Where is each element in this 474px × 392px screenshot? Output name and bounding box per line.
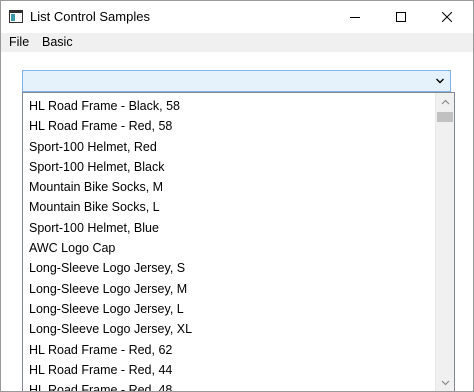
close-icon: [442, 12, 452, 22]
title-bar[interactable]: List Control Samples: [1, 1, 473, 33]
list-item[interactable]: HL Road Frame - Black, 58: [29, 96, 192, 116]
list-item[interactable]: Mountain Bike Socks, M: [29, 177, 192, 197]
menu-bar: File Basic: [1, 33, 473, 52]
list-item[interactable]: Long-Sleeve Logo Jersey, S: [29, 258, 192, 278]
app-window-icon: [9, 10, 23, 23]
combobox-dropdown-list: HL Road Frame - Black, 58 HL Road Frame …: [22, 92, 455, 391]
maximize-button[interactable]: [378, 1, 424, 33]
list-item[interactable]: HL Road Frame - Red, 48: [29, 380, 192, 391]
product-list: HL Road Frame - Black, 58 HL Road Frame …: [29, 96, 192, 391]
list-item[interactable]: Long-Sleeve Logo Jersey, M: [29, 279, 192, 299]
list-item[interactable]: Sport-100 Helmet, Red: [29, 137, 192, 157]
menu-file[interactable]: File: [9, 35, 29, 49]
scroll-up-button[interactable]: [436, 93, 454, 110]
minimize-button[interactable]: [332, 1, 378, 33]
vertical-scrollbar[interactable]: [435, 93, 454, 391]
scroll-down-button[interactable]: [436, 374, 454, 391]
menu-basic[interactable]: Basic: [42, 35, 73, 49]
list-item[interactable]: HL Road Frame - Red, 44: [29, 360, 192, 380]
minimize-icon: [350, 17, 360, 18]
close-button[interactable]: [424, 1, 470, 33]
list-item[interactable]: Long-Sleeve Logo Jersey, L: [29, 299, 192, 319]
maximize-icon: [396, 12, 406, 22]
list-item[interactable]: Mountain Bike Socks, L: [29, 197, 192, 217]
product-combobox[interactable]: [22, 70, 451, 92]
scroll-down-icon: [441, 380, 449, 385]
list-item[interactable]: HL Road Frame - Red, 58: [29, 116, 192, 136]
list-item[interactable]: AWC Logo Cap: [29, 238, 192, 258]
list-item[interactable]: HL Road Frame - Red, 62: [29, 340, 192, 360]
list-item[interactable]: Long-Sleeve Logo Jersey, XL: [29, 319, 192, 339]
app-window: List Control Samples File Basic HL Road …: [0, 0, 474, 392]
chevron-down-icon[interactable]: [435, 76, 445, 86]
scroll-up-icon: [441, 99, 449, 104]
list-item[interactable]: Sport-100 Helmet, Black: [29, 157, 192, 177]
list-item[interactable]: Sport-100 Helmet, Blue: [29, 218, 192, 238]
window-title: List Control Samples: [30, 9, 150, 24]
scroll-thumb[interactable]: [437, 112, 453, 122]
